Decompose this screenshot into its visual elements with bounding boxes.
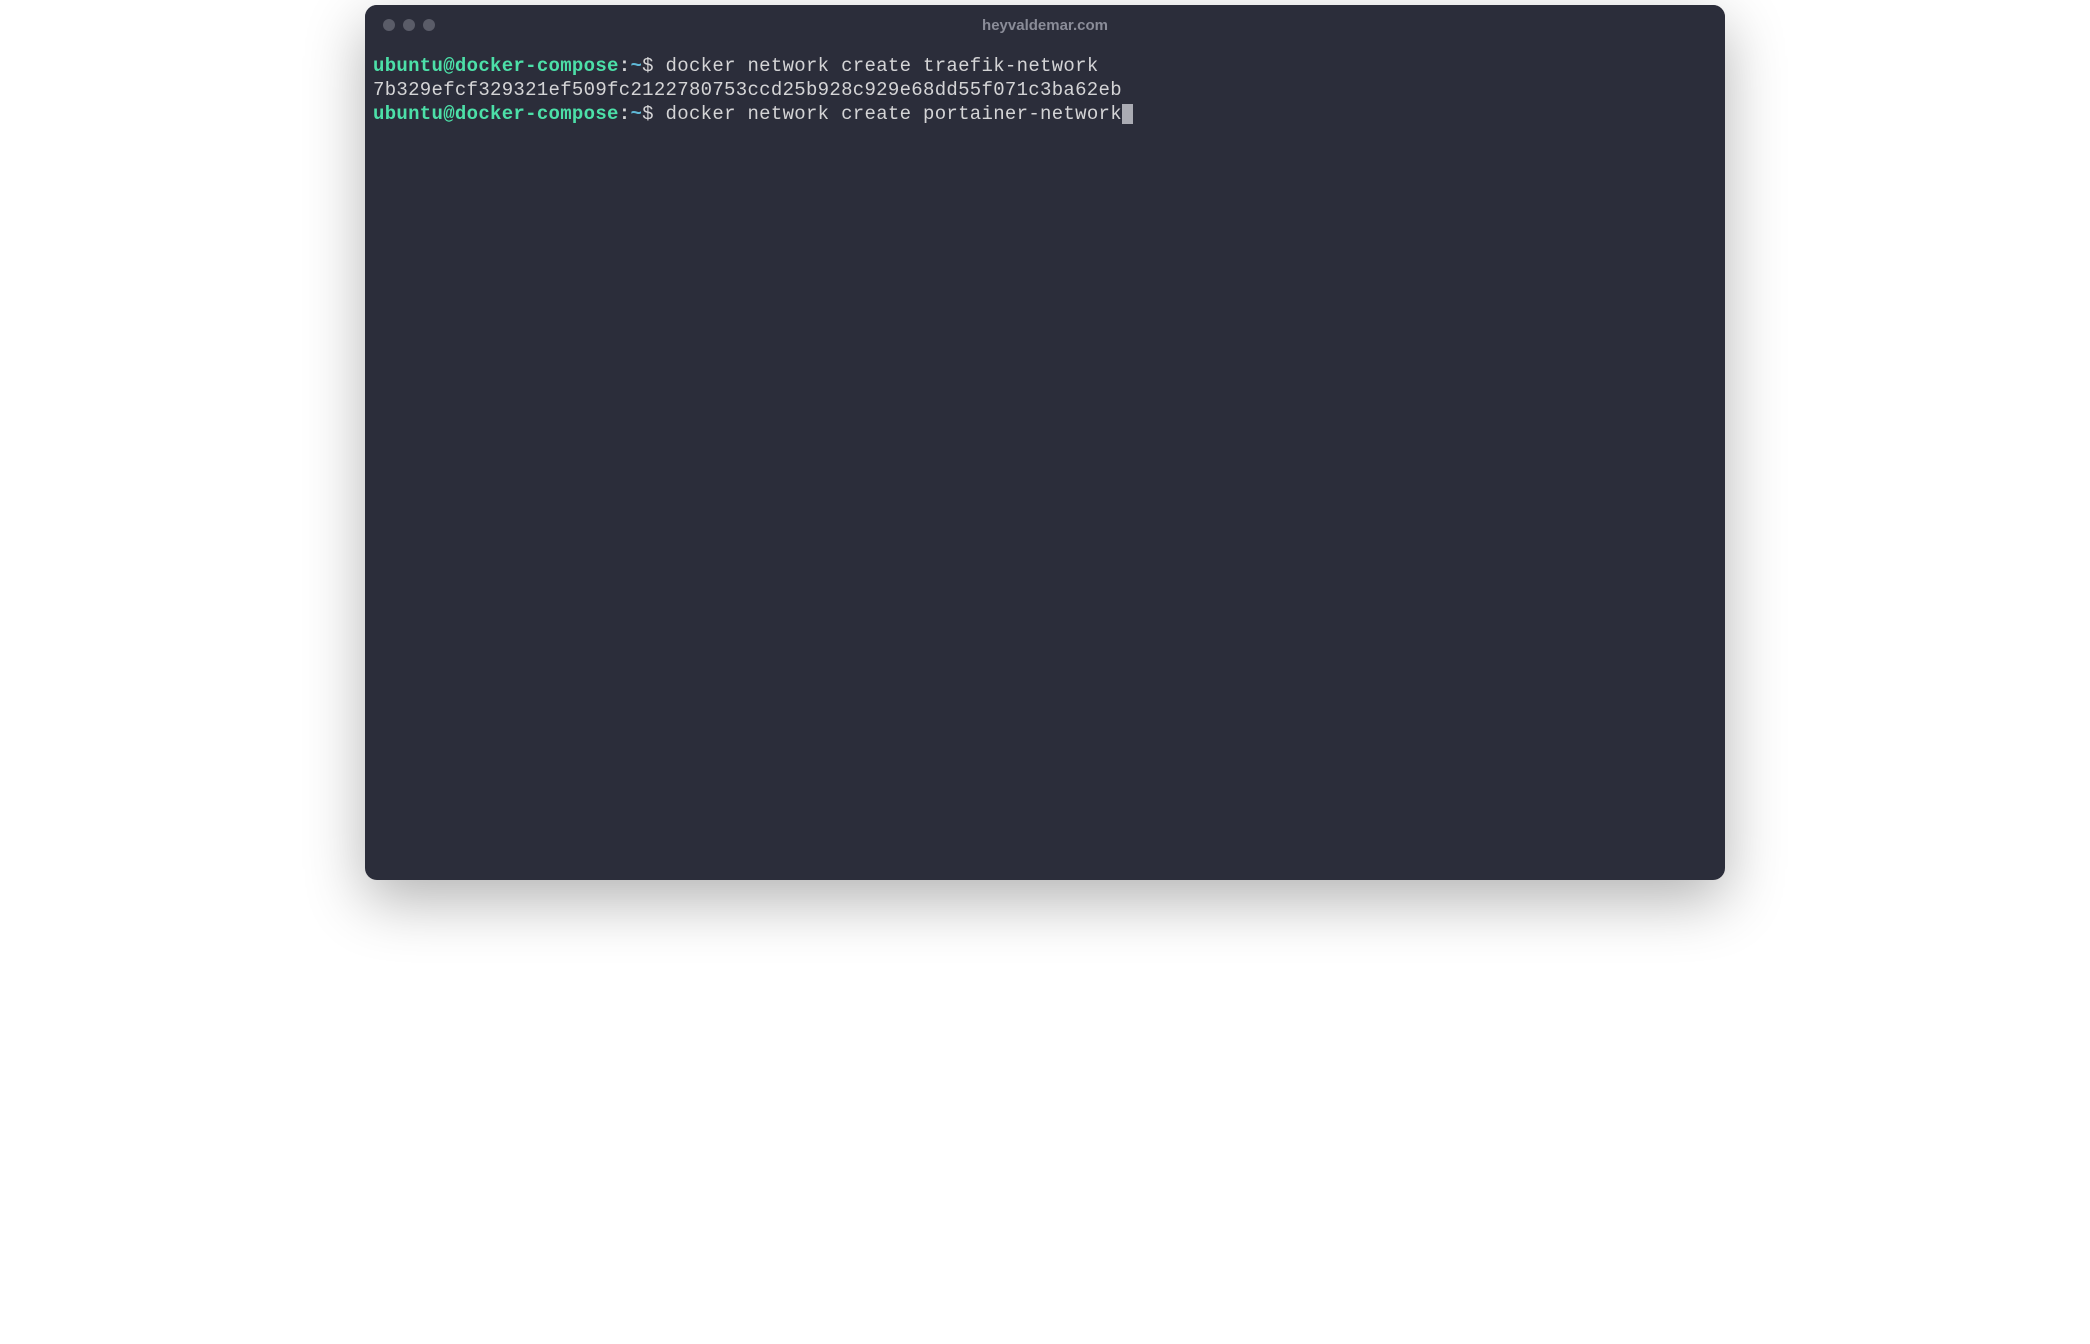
prompt-path: ~ (630, 103, 642, 125)
window-title: heyvaldemar.com (982, 17, 1108, 34)
command-text: docker network create portainer-network (654, 103, 1122, 125)
prompt-symbol: $ (642, 103, 654, 125)
terminal-line: 7b329efcf329321ef509fc2122780753ccd25b92… (373, 79, 1717, 103)
maximize-button[interactable] (423, 19, 435, 31)
output-text: 7b329efcf329321ef509fc2122780753ccd25b92… (373, 79, 1122, 101)
terminal-body[interactable]: ubuntu@docker-compose:~$ docker network … (365, 45, 1725, 880)
command-text: docker network create traefik-network (654, 55, 1099, 77)
title-bar: heyvaldemar.com (365, 5, 1725, 45)
prompt-colon: : (619, 55, 631, 77)
cursor (1122, 104, 1133, 124)
prompt-user-host: ubuntu@docker-compose (373, 103, 619, 125)
prompt-path: ~ (630, 55, 642, 77)
terminal-line: ubuntu@docker-compose:~$ docker network … (373, 55, 1717, 79)
close-button[interactable] (383, 19, 395, 31)
traffic-lights (365, 19, 435, 31)
terminal-window: heyvaldemar.com ubuntu@docker-compose:~$… (365, 5, 1725, 880)
minimize-button[interactable] (403, 19, 415, 31)
prompt-user-host: ubuntu@docker-compose (373, 55, 619, 77)
prompt-colon: : (619, 103, 631, 125)
prompt-symbol: $ (642, 55, 654, 77)
terminal-line: ubuntu@docker-compose:~$ docker network … (373, 103, 1717, 127)
